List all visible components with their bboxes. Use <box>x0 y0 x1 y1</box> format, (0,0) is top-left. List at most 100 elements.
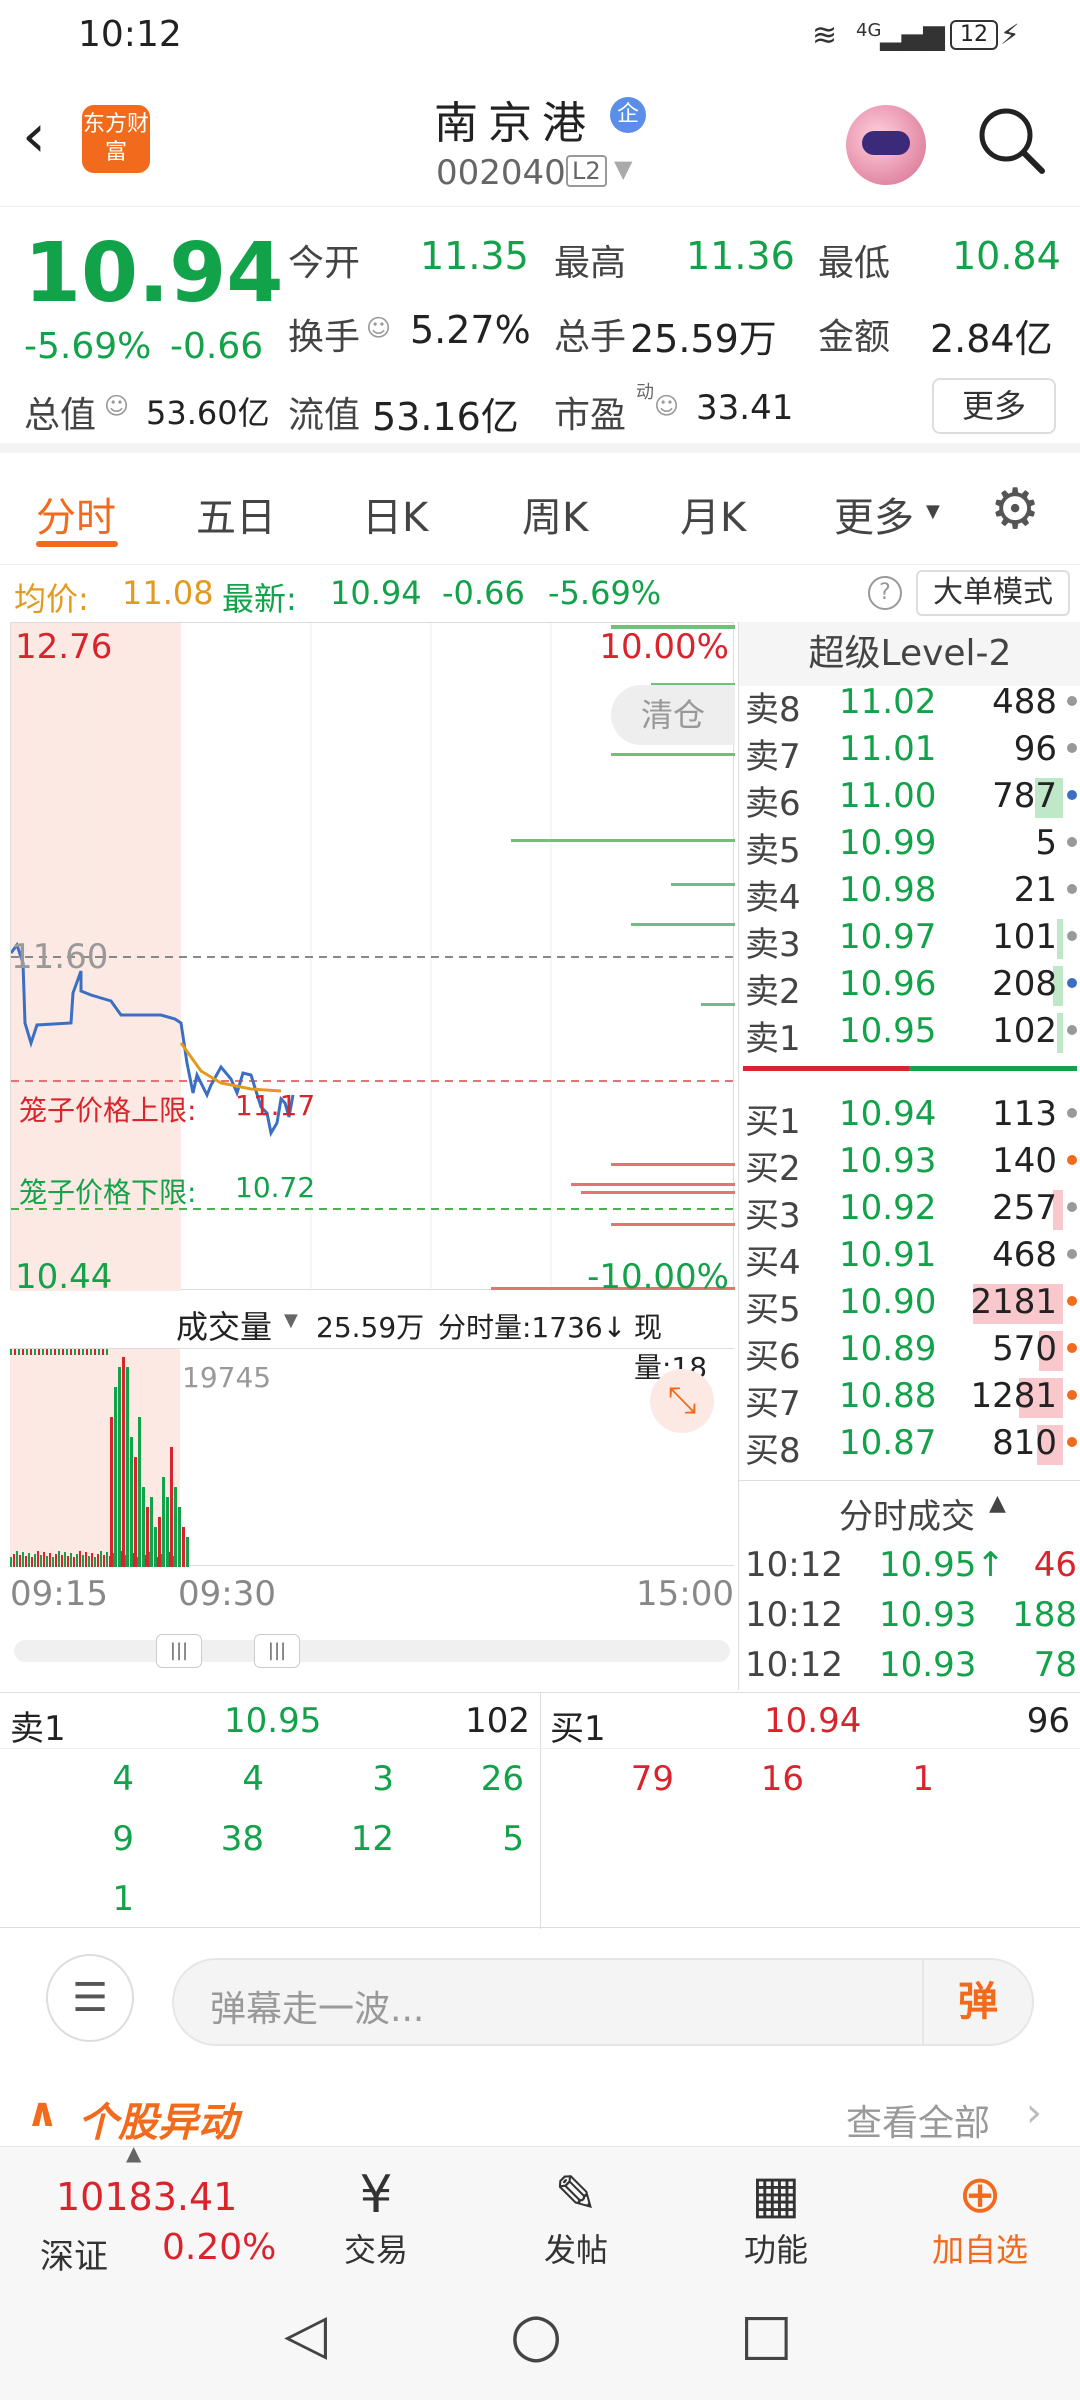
settings-gear-icon[interactable]: ⚙ <box>990 477 1040 542</box>
bid-label: 买3 <box>745 1196 801 1236</box>
volume-dropdown-icon[interactable]: ▼ <box>284 1310 298 1331</box>
volume-peak-label: 19745 <box>182 1361 272 1394</box>
queue-order: 1 <box>912 1759 934 1799</box>
chart-top-pct: 10.00% <box>599 627 729 667</box>
expand-icon[interactable]: ⤡ <box>650 1369 714 1433</box>
order-dot-icon <box>1067 884 1077 894</box>
bid-row[interactable]: 买3 10.92 257 <box>739 1186 1080 1236</box>
danmu-settings-icon[interactable]: ☰ <box>46 1954 134 2042</box>
big-order-mode-button[interactable]: 大单模式 <box>916 570 1070 616</box>
ask-row[interactable]: 卖2 10.96 208 <box>739 962 1080 1012</box>
stock-name: 南京港 <box>434 98 596 149</box>
volume-bar <box>130 1437 133 1567</box>
ask-row[interactable]: 卖5 10.99 5 <box>739 821 1080 871</box>
time-and-sales[interactable]: 分时成交 ▲ 10:12 10.95↑ 46 10:12 10.93 188 10:12 10… <box>738 1480 1080 1690</box>
info-icon[interactable]: ☺ <box>104 392 129 420</box>
volume-total: 25.59万 <box>316 1311 425 1344</box>
ask-price: 11.01 <box>839 729 937 769</box>
danmu-send-button[interactable]: 弹 <box>922 1960 1032 2044</box>
volume-bar <box>46 1556 48 1567</box>
trade-price: 10.93 <box>879 1595 977 1635</box>
nav-trade[interactable]: ¥ 交易 <box>306 2165 446 2271</box>
tab-more-dropdown-icon[interactable]: ▼ <box>926 501 940 522</box>
sell1-queue-header: 卖1 10.95 102 <box>0 1693 540 1749</box>
info-icon[interactable]: ☺ <box>366 314 391 342</box>
system-back-icon[interactable]: ◁ <box>284 2302 327 2367</box>
tab-day-k[interactable]: 日K <box>362 485 428 543</box>
view-all-link[interactable]: 查看全部 <box>846 2094 990 2146</box>
ask-row[interactable]: 卖4 10.98 21 <box>739 868 1080 918</box>
high-label: 最高 <box>554 243 627 284</box>
queue-order: 4 <box>112 1759 134 1799</box>
system-recents-icon[interactable]: □ <box>740 2302 793 2367</box>
ask-row[interactable]: 卖3 10.97 101 <box>739 915 1080 965</box>
chevron-right-icon[interactable]: › <box>1026 2090 1042 2136</box>
volume-selector[interactable]: 成交量 <box>176 1302 272 1348</box>
queue-order: 3 <box>372 1759 394 1799</box>
code-dropdown-icon[interactable]: ▼ <box>614 155 632 183</box>
avg-value: 11.08 <box>122 574 214 612</box>
queue-order: 16 <box>760 1759 804 1799</box>
tab-month-k[interactable]: 月K <box>680 485 746 543</box>
latest-label: 最新: <box>222 580 297 618</box>
intraday-info-bar: 均价: 11.08 最新: 10.94 -0.66 -5.69% ? 大单模式 <box>0 566 1080 620</box>
trade-yen-icon: ¥ <box>359 2165 393 2225</box>
tab-week-k[interactable]: 周K <box>522 485 588 543</box>
add-circle-icon: ⊕ <box>958 2165 1002 2225</box>
bid-price: 10.92 <box>839 1188 937 1228</box>
ask-volume: 101 <box>992 917 1057 957</box>
bid-row[interactable]: 买7 10.88 1281 <box>739 1374 1080 1424</box>
ask-label: 卖2 <box>745 972 801 1012</box>
back-icon[interactable]: ‹ <box>22 101 46 171</box>
ask-row[interactable]: 卖6 11.00 787 <box>739 774 1080 824</box>
more-button[interactable]: 更多 <box>932 378 1056 434</box>
buy1-label: 买1 <box>550 1709 606 1749</box>
bid-volume: 468 <box>992 1235 1057 1275</box>
ask-row[interactable]: 卖8 11.02 488 <box>739 686 1080 730</box>
search-icon[interactable] <box>976 105 1048 177</box>
range-handle-left[interactable]: ||| <box>156 1634 202 1668</box>
volume-top-tick <box>106 1349 108 1355</box>
mktcap-label: 总值 <box>24 395 97 436</box>
bid-row[interactable]: 买1 10.94 113 <box>739 1092 1080 1142</box>
tab-more[interactable]: 更多 <box>834 485 914 543</box>
ask-row[interactable]: 卖1 10.95 102 <box>739 1009 1080 1059</box>
ask-row[interactable]: 卖7 11.01 96 <box>739 727 1080 777</box>
level2-title[interactable]: 超级Level-2 <box>739 622 1080 686</box>
volume-bar <box>82 1555 84 1567</box>
bid-row[interactable]: 买5 10.90 2181 <box>739 1280 1080 1330</box>
volume-bar <box>122 1357 125 1567</box>
index-ticker[interactable]: ▲ 10183.41 深证 0.20% <box>0 2141 280 2283</box>
bid-row[interactable]: 买4 10.91 468 <box>739 1233 1080 1283</box>
range-slider-track[interactable]: ||| ||| <box>14 1634 730 1668</box>
bid-label: 买6 <box>745 1337 801 1377</box>
intraday-chart[interactable]: 12.76 10.00% 11.60 10.44 -10.00% 清仓 笼子价格… <box>10 622 735 1297</box>
nav-function[interactable]: ▦ 功能 <box>706 2165 846 2271</box>
system-home-icon[interactable]: ○ <box>510 2300 562 2370</box>
nav-add-watchlist[interactable]: ⊕ 加自选 <box>910 2165 1050 2271</box>
order-dot-icon <box>1067 1249 1077 1259</box>
tab-five-day[interactable]: 五日 <box>196 485 276 543</box>
pe-dynamic-sup: 动 <box>636 382 654 403</box>
volume-bar <box>31 1557 33 1567</box>
collapse-chevron-icon[interactable]: ∧ <box>26 2090 58 2136</box>
range-handle-right[interactable]: ||| <box>254 1634 300 1668</box>
lower-limit-value: 10.72 <box>235 1171 316 1204</box>
help-icon[interactable]: ? <box>868 576 902 610</box>
bid-row[interactable]: 买2 10.93 140 <box>739 1139 1080 1189</box>
volume-bar <box>55 1554 57 1567</box>
nav-post[interactable]: ✎ 发帖 <box>506 2165 646 2271</box>
bid-row[interactable]: 买8 10.87 810 <box>739 1421 1080 1471</box>
buy1-price: 10.94 <box>764 1701 862 1741</box>
tab-intraday[interactable]: 分时 <box>36 485 116 543</box>
volume-bar <box>76 1554 78 1567</box>
danmu-input[interactable]: 弹幕走一波... 弹 <box>172 1958 1034 2046</box>
robot-avatar-icon[interactable] <box>846 105 926 185</box>
clear-position-button[interactable]: 清仓 <box>611 685 735 745</box>
index-up-icon: ▲ <box>126 2141 142 2165</box>
bid-row[interactable]: 买6 10.89 570 <box>739 1327 1080 1377</box>
trades-expand-icon[interactable]: ▲ <box>989 1491 1006 1516</box>
abnormal-section-header: ∧ 个股异动 查看全部 › <box>0 2090 1080 2146</box>
bid-label: 买1 <box>745 1102 801 1142</box>
info-icon[interactable]: ☺ <box>654 392 679 420</box>
